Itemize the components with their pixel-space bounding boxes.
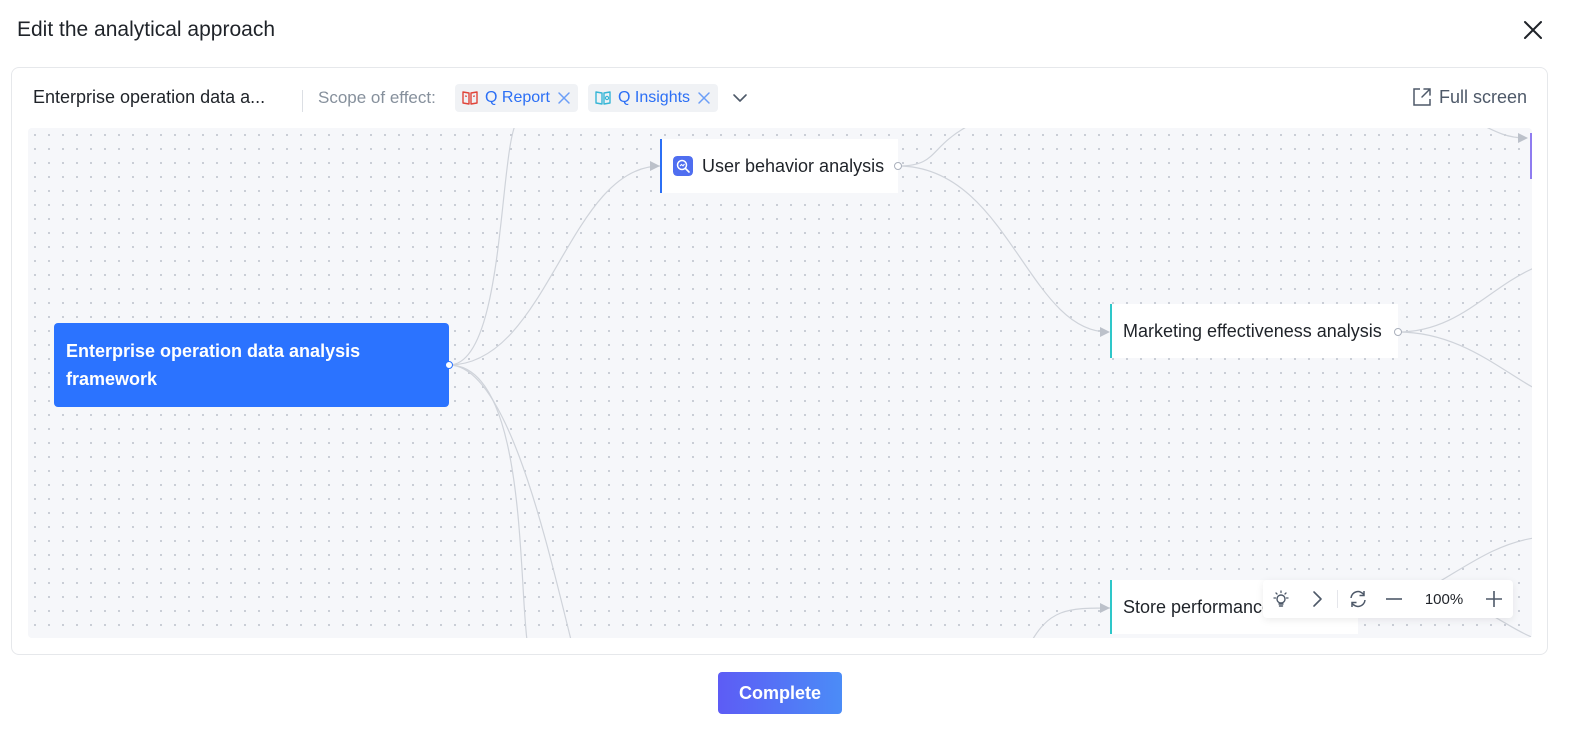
fullscreen-button[interactable]: Full screen — [1411, 86, 1527, 108]
scope-label: Scope of effect: — [318, 88, 436, 107]
scope-tag-q-report[interactable]: Q Report — [455, 84, 578, 112]
fullscreen-label: Full screen — [1439, 86, 1528, 107]
editor-toolbar: Enterprise operation data a... Scope of … — [12, 68, 1547, 128]
mindmap-canvas[interactable]: Enterprise operation data analysis frame… — [28, 128, 1532, 638]
root-node[interactable]: Enterprise operation data analysis frame… — [54, 323, 449, 407]
insights-book-icon — [595, 91, 611, 105]
scope-dropdown-button[interactable] — [730, 88, 750, 108]
chevron-right-icon — [1313, 591, 1322, 607]
toolbar-divider — [302, 90, 303, 112]
close-button[interactable] — [1519, 16, 1547, 44]
zoom-level: 100% — [1424, 590, 1464, 608]
fullscreen-icon — [1413, 88, 1431, 106]
lightbulb-icon — [1273, 590, 1289, 607]
scope-tag-label: Q Insights — [618, 89, 691, 106]
node-port[interactable] — [1394, 328, 1402, 336]
remove-tag-icon[interactable] — [556, 90, 572, 106]
zoom-toolbar: 100% — [1263, 580, 1513, 618]
zoom-in-button[interactable] — [1476, 580, 1512, 618]
user-analysis-icon — [673, 156, 693, 176]
document-name[interactable]: Enterprise operation data a... — [33, 87, 265, 108]
scope-tag-q-insights[interactable]: Q Insights — [588, 84, 719, 112]
refresh-icon — [1350, 590, 1366, 608]
toolbar-divider — [1337, 590, 1338, 608]
chevron-down-icon — [733, 94, 747, 102]
report-book-icon — [462, 91, 478, 105]
node-label: Marketing effectiveness analysis — [1123, 320, 1382, 341]
scope-tag-label: Q Report — [485, 89, 550, 106]
node-user-behavior-analysis[interactable]: User behavior analysis — [660, 139, 898, 193]
node-marketing-effectiveness-analysis[interactable]: Marketing effectiveness analysis — [1110, 304, 1398, 358]
remove-tag-icon[interactable] — [696, 90, 712, 106]
node-label: User behavior analysis — [702, 155, 885, 176]
editor-panel: Enterprise operation data a... Scope of … — [11, 67, 1548, 655]
minus-icon — [1386, 598, 1402, 600]
complete-button[interactable]: Complete — [718, 672, 842, 714]
modal-title: Edit the analytical approach — [17, 18, 275, 41]
theme-button[interactable] — [1263, 580, 1299, 618]
zoom-out-button[interactable] — [1376, 580, 1412, 618]
plus-icon — [1486, 591, 1502, 607]
close-icon — [1524, 21, 1542, 39]
collapse-toolbar-button[interactable] — [1299, 580, 1335, 618]
root-node-port[interactable] — [445, 361, 453, 369]
reset-view-button[interactable] — [1340, 580, 1376, 618]
node-port[interactable] — [894, 162, 902, 170]
